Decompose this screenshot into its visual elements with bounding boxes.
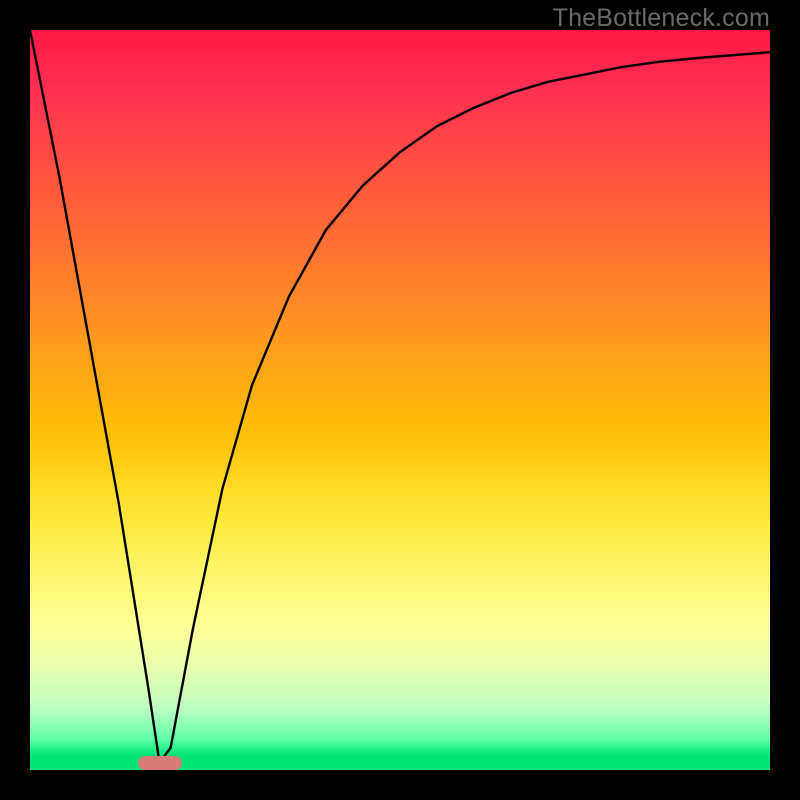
bottleneck-curve <box>30 30 770 770</box>
optimal-marker <box>138 756 182 770</box>
watermark-text: TheBottleneck.com <box>553 4 770 33</box>
chart-frame: TheBottleneck.com <box>0 0 800 800</box>
plot-area <box>30 30 770 770</box>
